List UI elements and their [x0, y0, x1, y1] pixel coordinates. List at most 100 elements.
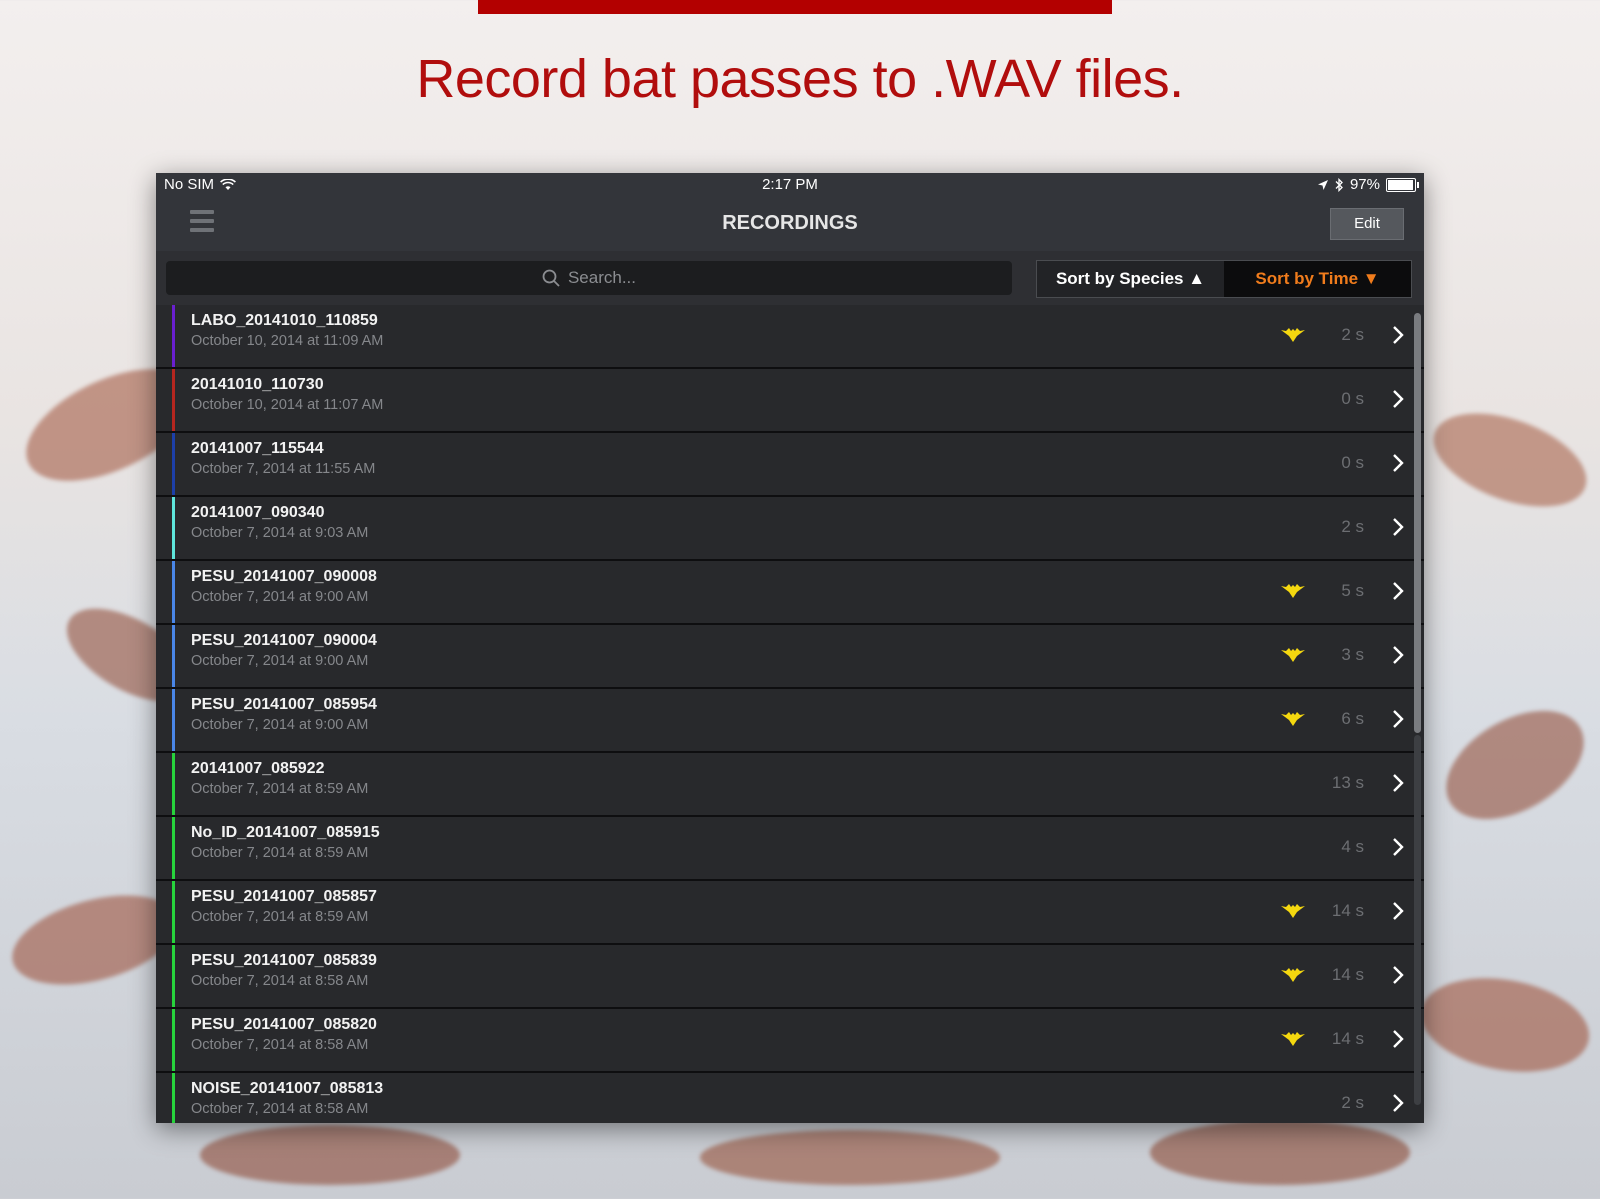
- search-input[interactable]: Search...: [166, 261, 1012, 295]
- recording-date: October 7, 2014 at 8:58 AM: [191, 1101, 369, 1117]
- recording-date: October 7, 2014 at 9:03 AM: [191, 525, 369, 541]
- recording-duration: 2 s: [1341, 325, 1364, 344]
- search-icon: [542, 269, 560, 287]
- recording-name: PESU_20141007_085820: [191, 1016, 377, 1033]
- recording-row[interactable]: No_ID_20141007_085915 October 7, 2014 at…: [156, 817, 1424, 881]
- recording-name: PESU_20141007_090008: [191, 568, 377, 585]
- recording-row[interactable]: LABO_20141010_110859 October 10, 2014 at…: [156, 305, 1424, 369]
- chevron-right-icon[interactable]: [1392, 516, 1404, 538]
- recording-row[interactable]: NOISE_20141007_085813 October 7, 2014 at…: [156, 1073, 1424, 1123]
- species-color-stripe: [172, 753, 175, 815]
- scrollbar[interactable]: [1414, 313, 1421, 733]
- scrollbar-track: [1414, 735, 1421, 1105]
- recording-date: October 10, 2014 at 11:09 AM: [191, 333, 384, 349]
- chevron-right-icon[interactable]: [1392, 324, 1404, 346]
- recording-duration: 5 s: [1341, 581, 1364, 600]
- chevron-right-icon[interactable]: [1392, 388, 1404, 410]
- recording-duration: 14 s: [1331, 965, 1364, 984]
- status-time: 2:17 PM: [762, 176, 818, 193]
- recording-name: PESU_20141007_085954: [191, 696, 377, 713]
- chevron-right-icon[interactable]: [1392, 452, 1404, 474]
- recording-name: 20141007_085922: [191, 760, 325, 777]
- recording-duration: 2 s: [1341, 1093, 1364, 1112]
- recording-date: October 7, 2014 at 8:59 AM: [191, 909, 369, 925]
- recording-row[interactable]: PESU_20141007_090004 October 7, 2014 at …: [156, 625, 1424, 689]
- headline: Record bat passes to .WAV files.: [416, 49, 1184, 109]
- recording-duration: 13 s: [1331, 773, 1364, 792]
- bat-icon: [1281, 968, 1305, 982]
- location-arrow-icon: [1317, 179, 1328, 190]
- chevron-right-icon[interactable]: [1392, 708, 1404, 730]
- recording-row[interactable]: 20141007_085922 October 7, 2014 at 8:59 …: [156, 753, 1424, 817]
- recording-duration: 3 s: [1341, 645, 1364, 664]
- bat-icon: [1281, 904, 1305, 918]
- species-color-stripe: [172, 945, 175, 1007]
- recordings-list: LABO_20141010_110859 October 10, 2014 at…: [156, 305, 1424, 1123]
- edit-button[interactable]: Edit: [1330, 208, 1404, 240]
- battery-icon: [1386, 177, 1419, 192]
- toolbar: Search... Sort by Species ▲ Sort by Time…: [156, 251, 1424, 305]
- recording-date: October 7, 2014 at 11:55 AM: [191, 461, 376, 477]
- recording-name: 20141007_090340: [191, 504, 325, 521]
- recording-row[interactable]: 20141010_110730 October 10, 2014 at 11:0…: [156, 369, 1424, 433]
- bat-icon: [1281, 648, 1305, 662]
- search-placeholder: Search...: [567, 268, 637, 287]
- recording-duration: 0 s: [1341, 389, 1364, 408]
- recording-row[interactable]: PESU_20141007_085839 October 7, 2014 at …: [156, 945, 1424, 1009]
- page-title: RECORDINGS: [722, 212, 858, 234]
- bat-icon: [1281, 1032, 1305, 1046]
- recording-name: LABO_20141010_110859: [191, 312, 378, 329]
- recording-name: PESU_20141007_085857: [191, 888, 377, 905]
- chevron-right-icon[interactable]: [1392, 1028, 1404, 1050]
- recording-date: October 7, 2014 at 9:00 AM: [191, 653, 369, 669]
- species-color-stripe: [172, 369, 175, 431]
- species-color-stripe: [172, 817, 175, 879]
- species-color-stripe: [172, 881, 175, 943]
- recording-name: PESU_20141007_085839: [191, 952, 377, 969]
- species-color-stripe: [172, 1009, 175, 1071]
- chevron-right-icon[interactable]: [1392, 580, 1404, 602]
- recording-name: 20141007_115544: [191, 440, 324, 457]
- chevron-right-icon[interactable]: [1392, 900, 1404, 922]
- sort-segmented-control: Sort by Species ▲ Sort by Time ▼: [1036, 260, 1412, 298]
- recording-name: 20141010_110730: [191, 376, 324, 393]
- sort-by-time-button[interactable]: Sort by Time ▼: [1224, 261, 1411, 297]
- nav-bar: RECORDINGS Edit: [156, 197, 1424, 251]
- status-bar: No SIM 2:17 PM 97%: [156, 173, 1424, 197]
- species-color-stripe: [172, 561, 175, 623]
- chevron-right-icon[interactable]: [1392, 836, 1404, 858]
- bat-icon: [1281, 584, 1305, 598]
- species-color-stripe: [172, 1073, 175, 1123]
- recording-date: October 7, 2014 at 8:58 AM: [191, 1037, 369, 1053]
- recording-name: PESU_20141007_090004: [191, 632, 377, 649]
- chevron-right-icon[interactable]: [1392, 964, 1404, 986]
- recording-duration: 4 s: [1341, 837, 1364, 856]
- bat-icon: [1281, 328, 1305, 342]
- chevron-right-icon[interactable]: [1392, 772, 1404, 794]
- sort-by-species-button[interactable]: Sort by Species ▲: [1037, 261, 1224, 297]
- recording-row[interactable]: 20141007_090340 October 7, 2014 at 9:03 …: [156, 497, 1424, 561]
- recording-date: October 7, 2014 at 8:59 AM: [191, 781, 369, 797]
- recording-row[interactable]: PESU_20141007_085857 October 7, 2014 at …: [156, 881, 1424, 945]
- battery-percent: 97%: [1349, 176, 1380, 193]
- recording-name: No_ID_20141007_085915: [191, 824, 380, 841]
- recording-date: October 7, 2014 at 8:58 AM: [191, 973, 369, 989]
- recording-row[interactable]: 20141007_115544 October 7, 2014 at 11:55…: [156, 433, 1424, 497]
- species-color-stripe: [172, 497, 175, 559]
- top-accent-bar: [478, 0, 1112, 14]
- recording-date: October 7, 2014 at 9:00 AM: [191, 717, 369, 733]
- recording-duration: 6 s: [1341, 709, 1364, 728]
- recording-duration: 14 s: [1331, 901, 1364, 920]
- recording-row[interactable]: PESU_20141007_090008 October 7, 2014 at …: [156, 561, 1424, 625]
- recording-row[interactable]: PESU_20141007_085954 October 7, 2014 at …: [156, 689, 1424, 753]
- ipad-screen: No SIM 2:17 PM 97% RECORDINGS Edit Searc…: [156, 173, 1424, 1123]
- recording-duration: 2 s: [1341, 517, 1364, 536]
- recording-duration: 14 s: [1331, 1029, 1364, 1048]
- bat-icon: [1281, 712, 1305, 726]
- chevron-right-icon[interactable]: [1392, 1092, 1404, 1114]
- chevron-right-icon[interactable]: [1392, 644, 1404, 666]
- recording-row[interactable]: PESU_20141007_085820 October 7, 2014 at …: [156, 1009, 1424, 1073]
- species-color-stripe: [172, 625, 175, 687]
- recording-date: October 7, 2014 at 9:00 AM: [191, 589, 369, 605]
- bluetooth-icon: [1335, 177, 1343, 192]
